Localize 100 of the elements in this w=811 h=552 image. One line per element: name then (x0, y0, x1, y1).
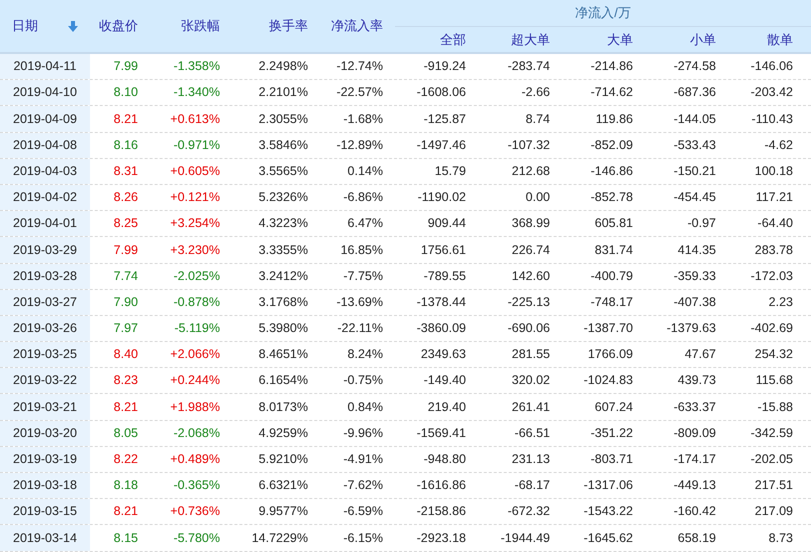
table-cell-text: -2158.86 (416, 503, 466, 520)
date-cell-text: 2019-04-11 (13, 58, 76, 76)
table-cell-text: 607.24 (594, 398, 633, 416)
table-cell-text: 226.74 (512, 242, 550, 259)
table-cell-text: -852.78 (590, 189, 633, 206)
table-cell-text: 231.13 (512, 451, 550, 468)
table-cell-text: 7.99 (114, 58, 138, 76)
table-cell-text: 119.86 (596, 110, 633, 128)
column-header[interactable]: 全部 (440, 30, 466, 50)
table-cell-text: 8.31 (114, 162, 138, 180)
table-cell-text: -6.15% (343, 530, 383, 547)
table-cell-text: -789.55 (424, 268, 466, 285)
table-cell-text: 8.05 (114, 424, 138, 442)
table-cell-text: -1190.02 (418, 189, 466, 206)
table-cell-text: -0.971% (173, 136, 220, 154)
date-cell-text: 2019-04-08 (13, 136, 77, 154)
table-cell-text: -13.69% (336, 294, 383, 311)
table-cell-text: -203.42 (750, 84, 793, 102)
sort-down-icon[interactable] (68, 20, 78, 32)
table-cell-text: 6.1654% (258, 372, 308, 390)
table-cell-text: 9.9577% (258, 503, 308, 520)
table-cell-text: -748.17 (590, 294, 633, 311)
date-cell-text: 2019-04-09 (13, 110, 77, 128)
table-cell-text: 219.40 (428, 398, 466, 416)
table-cell-text: 3.2412% (258, 268, 308, 285)
table-cell-text: -107.32 (508, 136, 550, 154)
table-cell-text: -174.17 (674, 451, 716, 468)
table-cell-text: 8.21 (114, 110, 138, 128)
table-cell-text: -402.69 (750, 320, 793, 338)
table-cell-text: 217.51 (754, 477, 793, 494)
table-cell-text: +1.988% (170, 398, 220, 416)
table-cell-text: -533.43 (674, 136, 716, 154)
table-cell-text: -3860.09 (416, 320, 466, 338)
table-cell-text: 8.24% (348, 346, 383, 364)
table-cell-text: -2.025% (173, 268, 220, 285)
table-cell-text: 8.23 (114, 372, 138, 390)
table-cell-text: -919.24 (424, 58, 466, 76)
date-cell-text: 2019-03-18 (13, 477, 77, 494)
table-cell-text: -0.878% (173, 294, 220, 311)
column-header[interactable]: 张跌幅 (181, 16, 220, 36)
table-cell-text: -144.05 (674, 110, 716, 128)
table-cell-text: -1024.83 (584, 372, 633, 390)
table-cell-text: +2.066% (170, 346, 220, 364)
table-cell-text: -125.87 (424, 110, 466, 128)
table-cell-text: -4.62 (764, 136, 793, 154)
column-header[interactable]: 收盘价 (99, 16, 138, 36)
table-cell-text: 8.22 (114, 451, 138, 468)
table-cell-text: 909.44 (428, 215, 466, 232)
table-cell-text: 605.81 (594, 215, 633, 232)
table-cell-text: -351.22 (590, 424, 633, 442)
table-cell-text: 8.15 (114, 530, 138, 547)
table-cell-text: 0.00 (526, 189, 550, 206)
table-cell-text: 115.68 (756, 372, 793, 390)
table-cell-text: -714.62 (590, 84, 633, 102)
column-header[interactable]: 大单 (607, 30, 633, 50)
table-cell-text: -672.32 (508, 503, 550, 520)
table-cell-text: 100.18 (754, 162, 793, 180)
table-cell-text: -1.358% (173, 58, 220, 76)
table-cell-text: 16.85% (340, 242, 383, 259)
table-cell-text: -110.43 (752, 110, 793, 128)
table-cell-text: 7.99 (114, 242, 138, 259)
table-cell-text: 217.09 (754, 503, 793, 520)
table-cell-text: -1497.46 (416, 136, 466, 154)
table-cell-text: -149.40 (424, 372, 466, 390)
table-cell-text: -7.62% (343, 477, 383, 494)
table-cell-text: -2.66 (522, 84, 550, 102)
column-header[interactable]: 小单 (690, 30, 716, 50)
table-cell-text: 8.74 (526, 110, 550, 128)
column-header[interactable]: 散单 (767, 30, 793, 50)
table-cell-text: -1944.49 (500, 530, 550, 547)
column-header[interactable]: 净流入率 (331, 16, 383, 36)
table-cell-text: -22.11% (337, 320, 383, 338)
table-cell-text: -66.51 (514, 424, 550, 442)
table-cell-text: -283.74 (508, 58, 550, 76)
table-cell-text: 4.9259% (258, 424, 308, 442)
table-cell-text: -5.780% (173, 530, 220, 547)
table-cell-text: -15.88 (758, 398, 793, 416)
table-cell-text: -5.119% (174, 320, 220, 338)
table-cell-text: 3.1768% (258, 294, 308, 311)
table-cell-text: -1543.22 (584, 503, 633, 520)
column-header[interactable]: 超大单 (511, 30, 550, 50)
table-cell-text: +3.254% (170, 215, 220, 232)
table-cell-text: -1.68% (343, 110, 383, 128)
table-cell-text: 142.60 (512, 268, 550, 285)
table-cell-text: 281.55 (512, 346, 550, 364)
table-cell-text: -6.86% (343, 189, 383, 206)
table-cell-text: 47.67 (684, 346, 716, 364)
column-header[interactable]: 换手率 (269, 16, 308, 36)
date-cell-text: 2019-03-21 (13, 398, 77, 416)
table-cell-text: -160.42 (674, 503, 716, 520)
table-cell-text: -225.13 (508, 294, 550, 311)
table-cell-text: -359.33 (674, 268, 716, 285)
table-cell-text: -22.57% (336, 84, 383, 102)
column-header[interactable]: 日期 (12, 16, 38, 36)
table-cell-text: 117.21 (756, 189, 793, 206)
table-cell-text: 5.3980% (258, 320, 308, 338)
table-cell-text: 261.41 (512, 398, 550, 416)
table-cell-text: +0.244% (170, 372, 220, 390)
table-cell-text: 7.97 (114, 320, 138, 338)
date-cell-text: 2019-03-29 (13, 242, 77, 259)
